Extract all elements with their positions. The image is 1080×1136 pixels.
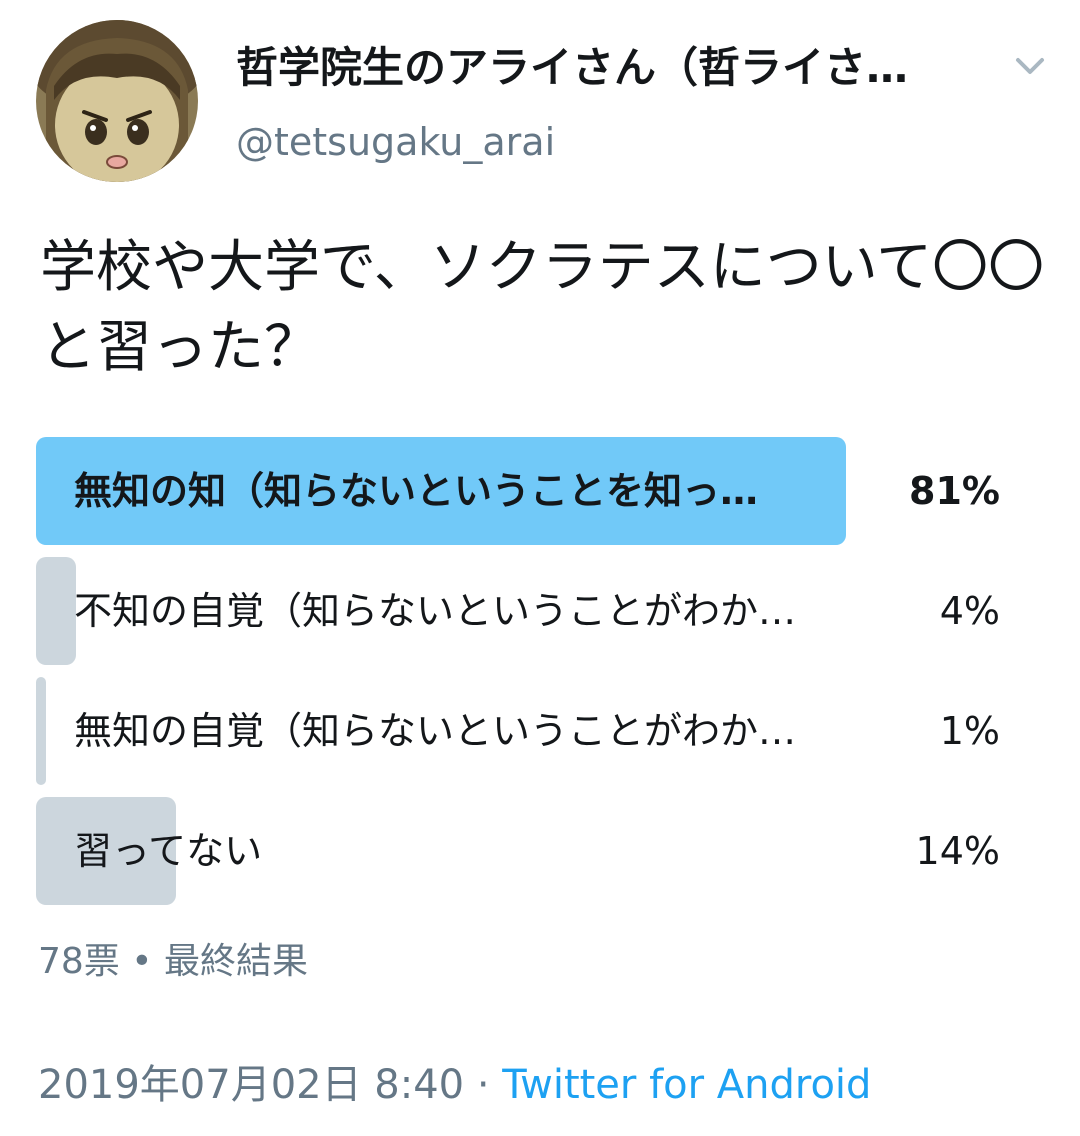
poll-option-label: 無知の自覚（知らないということがわか… bbox=[74, 709, 797, 753]
author-display-name[interactable]: 哲学院生のアライさん（哲ライさ… bbox=[236, 42, 908, 94]
poll-option-percent: 4% bbox=[939, 589, 1000, 633]
chevron-down-icon[interactable] bbox=[1008, 48, 1052, 84]
tweet-text: 学校や大学で、ソクラテスについて〇〇と習った？ bbox=[40, 235, 1045, 380]
poll-option: 無知の知（知らないということを知っ… 81% bbox=[36, 437, 1036, 545]
poll-option: 習ってない 14% bbox=[36, 797, 1036, 905]
tweet-datetime[interactable]: 2019年07月02日 8:40 bbox=[38, 1062, 464, 1108]
poll-option-label: 不知の自覚（知らないということがわか… bbox=[74, 589, 797, 633]
separator-dot: • bbox=[131, 941, 153, 982]
poll-summary: 78票 • 最終結果 bbox=[38, 932, 308, 984]
poll-option: 無知の自覚（知らないということがわか… 1% bbox=[36, 677, 1036, 785]
poll-option-label: 習ってない bbox=[74, 829, 263, 873]
avatar[interactable] bbox=[36, 20, 198, 182]
tweet-timestamp: 2019年07月02日 8:40 · Twitter for Android bbox=[38, 1052, 871, 1110]
author-handle[interactable]: @tetsugaku_arai bbox=[236, 118, 555, 166]
poll-option-percent: 81% bbox=[909, 469, 1000, 513]
poll-option-bar bbox=[36, 677, 46, 785]
poll-option-label: 無知の知（知らないということを知っ… bbox=[74, 469, 759, 513]
poll-option: 不知の自覚（知らないということがわか… 4% bbox=[36, 557, 1036, 665]
tweet-source-link[interactable]: Twitter for Android bbox=[502, 1062, 871, 1108]
poll-option-bar bbox=[36, 557, 76, 665]
separator-dot: · bbox=[476, 1062, 490, 1108]
poll-vote-count: 78票 bbox=[38, 941, 120, 982]
anime-girl-avatar-icon bbox=[36, 20, 198, 182]
poll-status: 最終結果 bbox=[163, 941, 308, 982]
poll-option-percent: 1% bbox=[939, 709, 1000, 753]
poll-option-percent: 14% bbox=[915, 829, 1000, 873]
poll: 無知の知（知らないということを知っ… 81% 不知の自覚（知らないということがわ… bbox=[36, 437, 1036, 917]
